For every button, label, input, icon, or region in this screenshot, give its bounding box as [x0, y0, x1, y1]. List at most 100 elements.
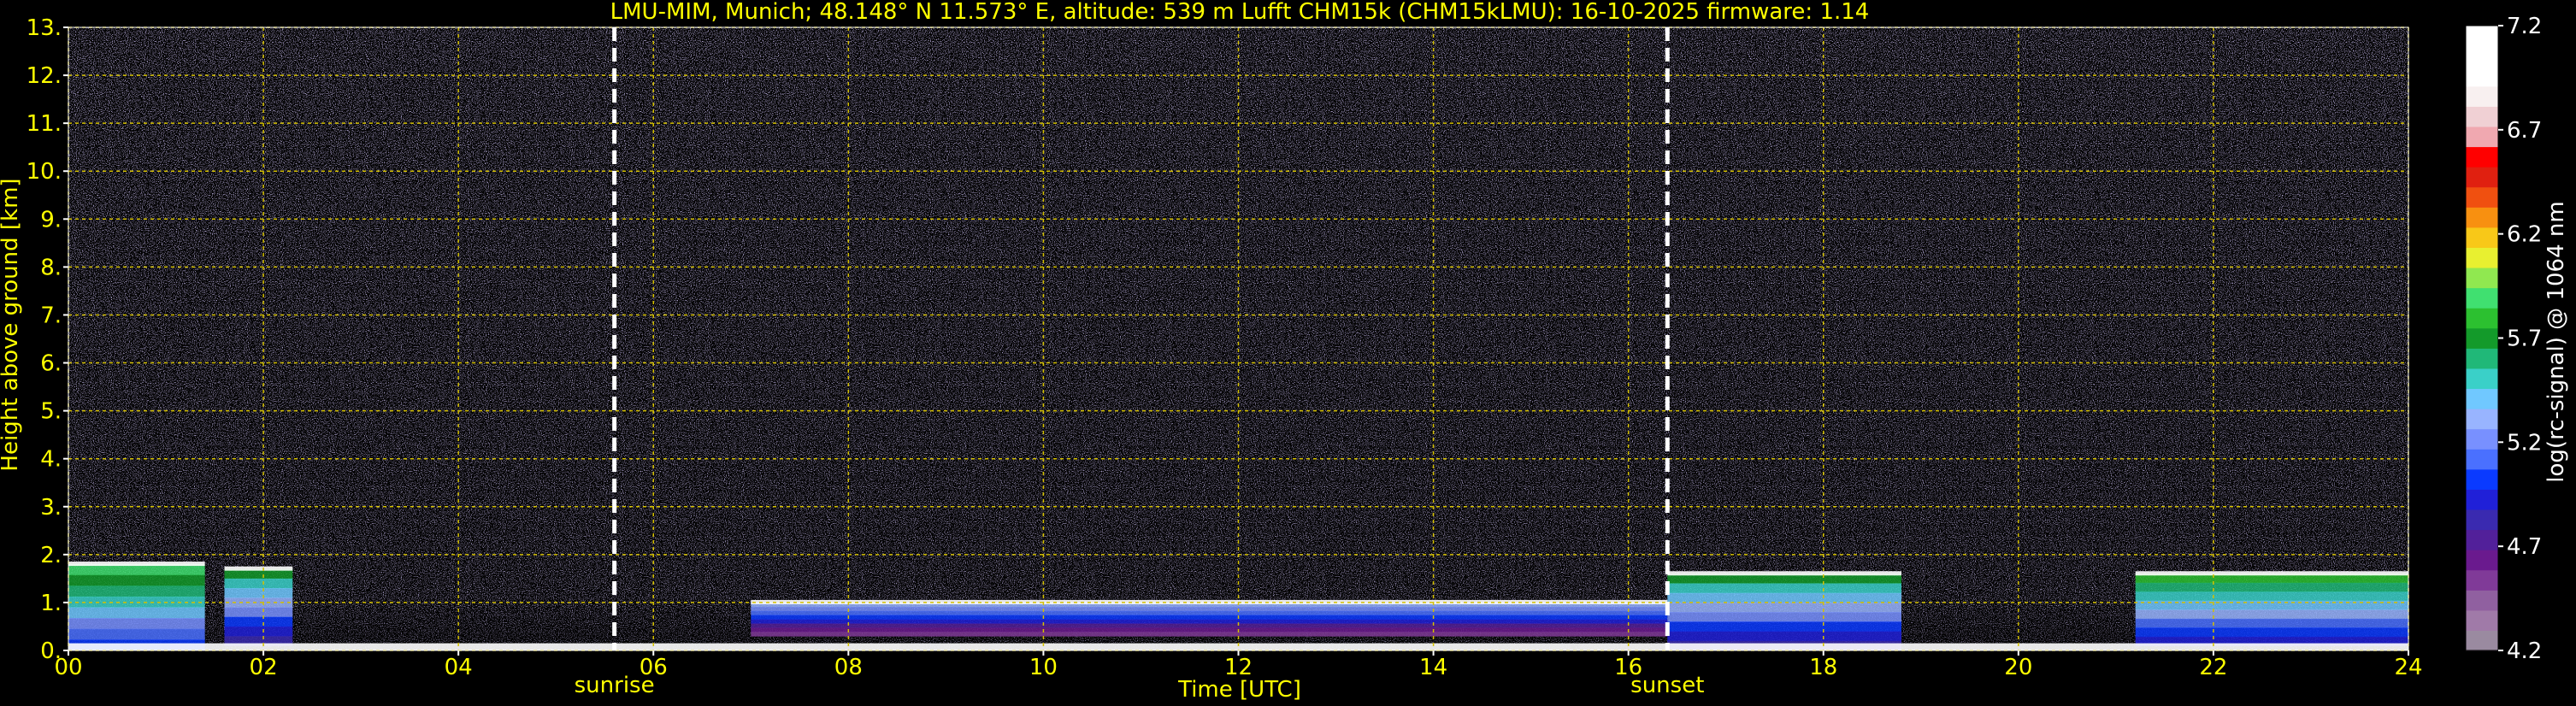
signal-top-edge	[224, 566, 293, 571]
signal-band	[68, 618, 205, 630]
x-tick-label: 04	[445, 655, 473, 680]
colorbar-segment	[2466, 327, 2498, 349]
colorbar-label: log(rc-signal) @ 1064 nm	[2544, 201, 2569, 482]
colorbar-segment	[2466, 630, 2498, 651]
plot-area	[68, 27, 2408, 651]
signal-block	[68, 562, 205, 651]
x-tick-label: 06	[640, 655, 668, 680]
chart-title: LMU-MIM, Munich; 48.148° N 11.573° E, al…	[610, 0, 1870, 25]
colorbar-tick-label: 4.7	[2507, 534, 2542, 560]
y-tick-label: 3.	[40, 495, 62, 521]
ceilometer-chart: LMU-MIM, Munich; 48.148° N 11.573° E, al…	[0, 0, 2576, 706]
colorbar-segment	[2466, 449, 2498, 470]
x-tick-label: 08	[834, 655, 863, 680]
colorbar-segment	[2466, 66, 2498, 87]
signal-top-edge	[68, 562, 205, 567]
colorbar-segment	[2466, 468, 2498, 490]
signal-band	[2135, 582, 2408, 592]
colorbar-segment	[2466, 368, 2498, 390]
signal-band	[224, 607, 293, 618]
y-tick-label: 12.	[27, 63, 62, 89]
colorbar-tick-label: 4.2	[2507, 638, 2542, 664]
y-axis: 0.1.2.3.4.5.6.7.8.9.10.11.12.13.	[27, 15, 68, 664]
x-tick-label: 20	[2004, 655, 2032, 680]
y-tick-label: 10.	[27, 159, 62, 185]
y-tick-label: 6.	[40, 351, 62, 377]
signal-top-edge	[751, 599, 1668, 604]
signal-band	[751, 619, 1668, 624]
y-tick-label: 7.	[40, 303, 62, 328]
x-tick-label: 10	[1029, 655, 1058, 680]
x-tick-label: 24	[2394, 655, 2422, 680]
x-tick-label: 02	[250, 655, 278, 680]
signal-block	[1667, 571, 1901, 651]
signal-band	[2135, 627, 2408, 638]
colorbar-segment	[2466, 186, 2498, 208]
colorbar-segment	[2466, 227, 2498, 248]
signal-block	[2135, 571, 2408, 646]
y-tick-label: 4.	[40, 447, 62, 473]
x-axis: 00 02 04 06 08 10 12 14 16 18 20 22 24	[54, 650, 2423, 680]
signal-band	[68, 596, 205, 609]
signal-band	[751, 615, 1668, 621]
y-tick-label: 1.	[40, 591, 62, 616]
signal-band	[751, 610, 1668, 616]
signal-block	[751, 599, 1668, 637]
signal-band	[751, 623, 1668, 628]
signal-band	[224, 616, 293, 627]
y-tick-label: 13.	[27, 15, 62, 41]
colorbar-tick-label: 6.7	[2507, 118, 2542, 144]
colorbar-tick-label: 5.7	[2507, 327, 2542, 352]
signal-band	[2135, 591, 2408, 602]
colorbar-segment	[2466, 509, 2498, 531]
colorbar-segment	[2466, 550, 2498, 571]
colorbar-segment	[2466, 167, 2498, 188]
signal-top-edge	[1667, 571, 1901, 576]
colorbar-segment	[2466, 590, 2498, 611]
signal-band	[751, 632, 1668, 637]
colorbar-segment	[2466, 126, 2498, 148]
signal-band	[68, 585, 205, 597]
colorbar-segment	[2466, 569, 2498, 591]
x-tick-label: 18	[1809, 655, 1837, 680]
colorbar-segment	[2466, 428, 2498, 450]
chart-svg: LMU-MIM, Munich; 48.148° N 11.573° E, al…	[0, 0, 2569, 703]
colorbar-segment	[2466, 489, 2498, 510]
colorbar-tick-label: 7.2	[2507, 14, 2542, 39]
signal-band	[1667, 631, 1901, 642]
signal-band	[2135, 618, 2408, 628]
colorbar-segment	[2466, 409, 2498, 430]
signal-top-edge	[2135, 571, 2408, 576]
y-tick-label: 11.	[27, 111, 62, 137]
x-axis-label: Time [UTC]	[1177, 677, 1301, 703]
y-tick-label: 5.	[40, 399, 62, 425]
signal-band	[68, 607, 205, 619]
colorbar-segment	[2466, 388, 2498, 409]
colorbar-segment	[2466, 267, 2498, 289]
colorbar-segment	[2466, 85, 2498, 107]
x-tick-label: 00	[54, 655, 82, 680]
colorbar: 4.2 4.7 5.2 5.7 6.2 6.7 7.2	[2465, 14, 2542, 664]
signal-band	[2135, 609, 2408, 620]
colorbar-segment	[2466, 348, 2498, 369]
signal-band	[224, 578, 293, 589]
colorbar-segment	[2466, 45, 2498, 67]
signal-band	[68, 574, 205, 586]
signal-band	[68, 628, 205, 640]
colorbar-segment	[2466, 308, 2498, 329]
signal-band	[1667, 592, 1901, 603]
colorbar-segment	[2466, 146, 2498, 168]
signal-band	[224, 588, 293, 598]
colorbar-segment	[2466, 287, 2498, 309]
colorbar-segment	[2466, 529, 2498, 550]
signal-block	[224, 566, 293, 646]
colorbar-tick-label: 6.2	[2507, 222, 2542, 248]
signal-band	[1667, 612, 1901, 622]
colorbar-segment	[2466, 247, 2498, 268]
y-axis-label: Height above ground [km]	[0, 178, 23, 471]
colorbar-segment	[2466, 609, 2498, 632]
x-tick-label: 14	[1419, 655, 1447, 680]
colorbar-segment	[2466, 26, 2498, 47]
signal-band	[1667, 602, 1901, 613]
y-tick-label: 2.	[40, 543, 62, 568]
